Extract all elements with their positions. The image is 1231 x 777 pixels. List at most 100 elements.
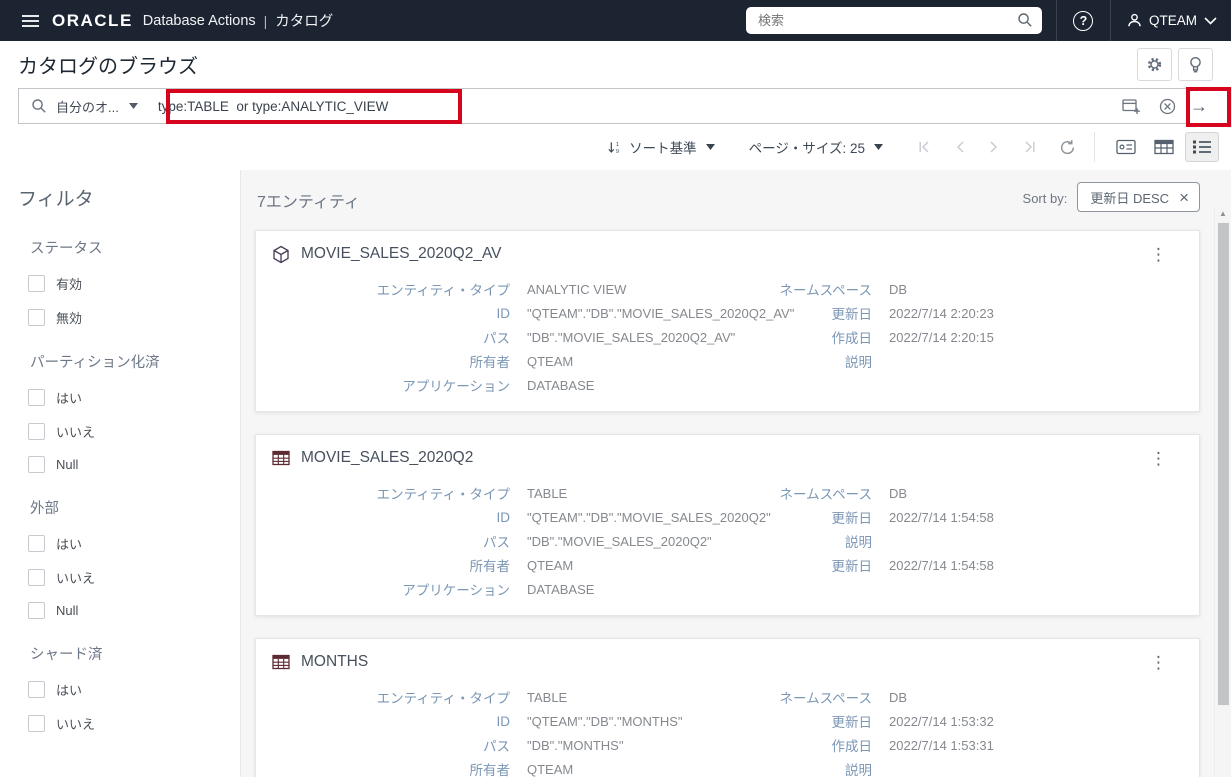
refresh-button[interactable] <box>1059 139 1076 156</box>
help-button[interactable]: ? <box>1057 0 1110 41</box>
next-page-button[interactable] <box>989 140 999 154</box>
entity-card[interactable]: MOVIE_SALES_2020Q2 ⋮ エンティティ・タイプ TABLE ID "… <box>255 434 1200 616</box>
card-view-button[interactable] <box>1109 132 1143 162</box>
search-scope-value[interactable]: 自分のオ... <box>56 97 119 116</box>
filter-option-enabled[interactable]: 有効 <box>28 274 222 293</box>
field-value: 2022/7/14 2:20:23 <box>889 305 994 321</box>
sort-menu-label: ソート基準 <box>629 141 697 156</box>
field-value: QTEAM <box>527 353 574 369</box>
field-label: ID <box>496 713 511 729</box>
entity-card[interactable]: MOVIE_SALES_2020Q2_AV ⋮ エンティティ・タイプ ANALYT… <box>255 230 1200 412</box>
scroll-up-icon[interactable]: ▲ <box>1219 207 1227 221</box>
filter-option-label: Null <box>56 457 79 472</box>
tips-button[interactable] <box>1178 48 1213 81</box>
svg-text:1: 1 <box>616 142 619 148</box>
filter-option-partitioned-yes[interactable]: はい <box>28 388 222 407</box>
checkbox-sharded-yes[interactable] <box>28 681 45 698</box>
header-search <box>745 7 1042 34</box>
field-label: 説明 <box>845 535 872 550</box>
checkbox-partitioned-no[interactable] <box>28 423 45 440</box>
field-value: DB <box>889 485 908 501</box>
kebab-menu-icon[interactable]: ⋮ <box>1150 654 1167 671</box>
list-view-button[interactable] <box>1185 132 1219 162</box>
field-label: 更新日 <box>831 307 873 322</box>
entity-count: 7エンティティ <box>257 194 360 211</box>
prev-page-button[interactable] <box>955 140 965 154</box>
field-value: 2022/7/14 1:54:58 <box>889 509 994 525</box>
field-value: "DB"."MOVIE_SALES_2020Q2" <box>527 533 712 549</box>
help-icon: ? <box>1073 10 1094 31</box>
kebab-menu-icon[interactable]: ⋮ <box>1150 246 1167 263</box>
grid-view-button[interactable] <box>1147 132 1181 162</box>
entity-name[interactable]: MONTHS <box>301 653 368 671</box>
checkbox-partitioned-yes[interactable] <box>28 389 45 406</box>
checkbox-partitioned-null[interactable] <box>28 456 45 473</box>
first-page-button[interactable] <box>917 140 931 154</box>
header-search-input[interactable] <box>745 7 1042 34</box>
entity-name[interactable]: MOVIE_SALES_2020Q2 <box>301 449 473 467</box>
filter-option-external-no[interactable]: いいえ <box>28 568 222 587</box>
checkbox-disabled[interactable] <box>28 309 45 326</box>
filter-option-sharded-yes[interactable]: はい <box>28 680 222 699</box>
user-icon <box>1127 13 1142 28</box>
field-label: 作成日 <box>831 739 873 754</box>
field-label: 所有者 <box>469 355 511 370</box>
field-value: DATABASE <box>527 377 595 393</box>
gear-icon <box>1146 56 1163 73</box>
field-value: 2022/7/14 2:20:15 <box>889 329 994 345</box>
run-search-button[interactable]: → <box>1180 96 1218 117</box>
app-header: ORACLE Database Actions | カタログ ? QTEAM <box>0 0 1231 41</box>
vertical-scrollbar[interactable]: ▲ ▼ <box>1214 207 1231 777</box>
last-page-button[interactable] <box>1023 140 1037 154</box>
clear-search-icon[interactable] <box>1159 98 1176 115</box>
checkbox-external-yes[interactable] <box>28 535 45 552</box>
field-label: 所有者 <box>469 559 511 574</box>
field-label: 作成日 <box>831 331 873 346</box>
filter-option-external-yes[interactable]: はい <box>28 534 222 553</box>
chip-close-icon[interactable]: × <box>1179 189 1189 206</box>
sort-caret-icon <box>705 144 715 150</box>
filter-option-external-null[interactable]: Null <box>28 602 222 619</box>
search-icon[interactable] <box>1017 12 1033 28</box>
field-label: エンティティ・タイプ <box>376 691 510 706</box>
field-label: 説明 <box>845 763 872 777</box>
catalog-search-bar: 自分のオ... type:TABLE or type:ANALYTIC_VIEW… <box>18 88 1229 124</box>
app-name: Database Actions <box>142 12 256 29</box>
search-query-input[interactable]: type:TABLE or type:ANALYTIC_VIEW <box>158 99 1122 114</box>
filter-option-disabled[interactable]: 無効 <box>28 308 222 327</box>
checkbox-external-null[interactable] <box>28 602 45 619</box>
entity-name[interactable]: MOVIE_SALES_2020Q2_AV <box>301 245 501 263</box>
grid-view-icon <box>1154 139 1174 155</box>
user-name: QTEAM <box>1148 13 1197 28</box>
kebab-menu-icon[interactable]: ⋮ <box>1150 450 1167 467</box>
field-value: "QTEAM"."DB"."MONTHS" <box>527 713 683 729</box>
sort-chip-label: 更新日 DESC <box>1090 190 1170 206</box>
checkbox-enabled[interactable] <box>28 275 45 292</box>
filter-option-label: はい <box>56 683 83 698</box>
page-size-button[interactable]: ページ・サイズ: 25 <box>749 137 883 157</box>
filter-section-status: ステータス <box>30 241 103 257</box>
field-value: DB <box>889 281 908 297</box>
settings-button[interactable] <box>1137 48 1172 81</box>
filter-option-sharded-no[interactable]: いいえ <box>28 714 222 733</box>
hamburger-menu-icon[interactable] <box>12 11 52 31</box>
filter-option-label: いいえ <box>56 571 96 586</box>
add-filter-card-icon[interactable] <box>1122 98 1141 115</box>
user-menu[interactable]: QTEAM <box>1111 0 1231 41</box>
scrollbar-thumb[interactable] <box>1217 223 1229 705</box>
results-header: 7エンティティ Sort by: 更新日 DESC × <box>255 170 1200 214</box>
header-page-name: カタログ <box>275 14 334 30</box>
filter-section-sharded: シャード済 <box>30 647 103 663</box>
checkbox-external-no[interactable] <box>28 569 45 586</box>
entity-card[interactable]: MONTHS ⋮ エンティティ・タイプ TABLE ID "QTEAM"."DB".… <box>255 638 1200 777</box>
sort-menu-button[interactable]: 19 ソート基準 <box>607 137 715 157</box>
oracle-logo: ORACLE <box>52 10 133 30</box>
filter-section-partitioned: パーティション化済 <box>30 355 160 371</box>
list-view-icon <box>1192 139 1212 155</box>
filter-option-partitioned-null[interactable]: Null <box>28 456 222 473</box>
filter-option-partitioned-no[interactable]: いいえ <box>28 422 222 441</box>
scope-dropdown-caret-icon[interactable] <box>128 103 138 109</box>
field-label: 更新日 <box>831 511 873 526</box>
checkbox-sharded-no[interactable] <box>28 715 45 732</box>
sort-chip[interactable]: 更新日 DESC × <box>1077 182 1200 212</box>
